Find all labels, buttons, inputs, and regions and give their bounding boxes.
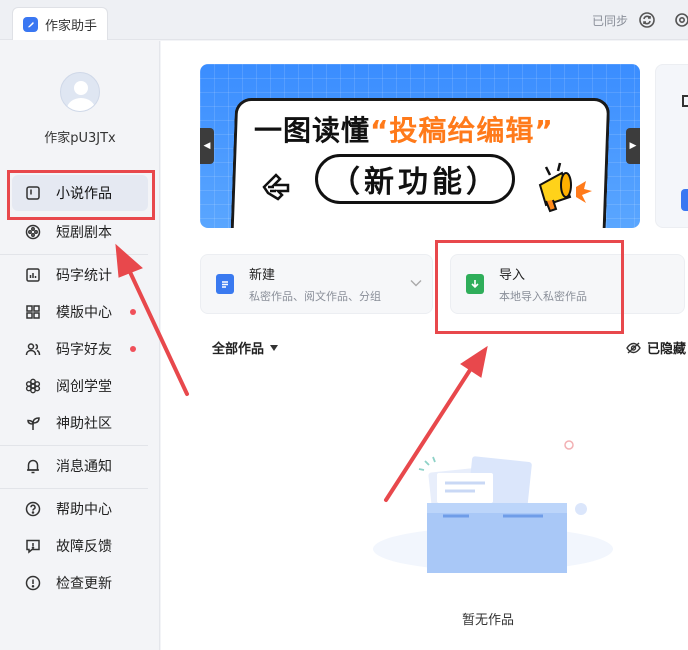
sidebar-item-academy[interactable]: 阅创学堂 [12,368,148,404]
sidebar-item-check-update[interactable]: 检查更新 [12,565,148,601]
promo-banner[interactable]: 一图读懂“投稿给编辑” （新功能） ◀ ▶ [200,64,640,228]
empty-box-illustration [373,440,613,573]
main-content: 一图读懂“投稿给编辑” （新功能） ◀ ▶ 新建 私密作品、阅文作品、分组 导入… [161,41,688,650]
bell-icon [24,457,42,475]
divider [0,254,148,255]
pointing-hand-icon [262,173,290,201]
works-filter-dropdown[interactable]: 全部作品 [212,338,279,357]
empty-state-text: 暂无作品 [462,613,515,628]
new-work-desc: 私密作品、阅文作品、分组 [249,290,381,303]
username: 作家pU3JTx [44,131,116,146]
sidebar-item-label: 模版中心 [56,305,112,321]
sidebar-item-community[interactable]: 神助社区 [12,405,148,441]
caret-down-icon [270,344,279,351]
divider [0,445,148,446]
sidebar-item-label: 检查更新 [56,576,112,592]
feedback-icon [24,537,42,555]
carousel-indicators [373,213,439,216]
import-work-button[interactable]: 导入 本地导入私密作品 [450,254,685,314]
sidebar-item-feedback[interactable]: 故障反馈 [12,528,148,564]
sidebar-item-friends[interactable]: 码字好友 [12,331,148,367]
title-bar: 作家助手 已同步 [0,0,688,40]
avatar[interactable] [60,72,100,112]
sidebar-item-novels[interactable]: 小说作品 [12,175,148,211]
works-filter-label: 全部作品 [212,342,265,357]
gear-icon[interactable] [674,9,688,31]
app-tab-title: 作家助手 [45,18,98,34]
sidebar-item-label: 故障反馈 [56,539,112,555]
banner-subtitle: （新功能） [330,165,500,200]
sidebar-item-short-drama[interactable]: 短剧剧本 [12,214,148,250]
sidebar-item-label: 短剧剧本 [56,225,112,241]
sidebar-item-label: 帮助中心 [56,502,112,518]
sidebar-item-label: 码字统计 [56,268,112,284]
carousel-next-button[interactable]: ▶ [626,128,640,164]
hidden-works-label: 已隐藏 [647,342,687,357]
sprout-icon [24,414,42,432]
import-work-desc: 本地导入私密作品 [499,290,587,303]
sidebar-item-templates[interactable]: 模版中心 [12,294,148,330]
bar-chart-icon [24,266,42,284]
chevron-down-icon[interactable] [410,279,422,287]
banner-pill: （新功能） [315,154,515,204]
megaphone-icon [538,162,592,213]
sidebar-item-label: 神助社区 [56,416,112,432]
banner-headline: 一图读懂“投稿给编辑” [254,109,554,149]
sidebar-item-label: 消息通知 [56,459,112,475]
feather-pen-icon [23,16,38,32]
import-download-icon [466,274,484,294]
film-reel-icon [24,223,42,241]
sidebar: 作家pU3JTx 小说作品 短剧剧本 码字统计 模版中心 码字好友 阅创学堂 神… [0,41,160,650]
carousel-prev-button[interactable]: ◀ [200,128,214,164]
sidebar-item-help[interactable]: 帮助中心 [12,491,148,527]
sidebar-item-label: 小说作品 [56,186,112,202]
sync-icon[interactable] [636,9,658,31]
flower-icon [24,377,42,395]
sidebar-item-notifications[interactable]: 消息通知 [12,448,148,484]
hidden-works-toggle[interactable]: 已隐藏 [626,338,686,357]
sidebar-item-word-stats[interactable]: 码字统计 [12,257,148,293]
divider [0,488,148,489]
eye-off-icon [626,341,641,354]
grid-icon [24,303,42,321]
banner-headline-highlight: “投稿给编辑” [370,114,554,147]
sidebar-item-label: 阅创学堂 [56,379,112,395]
help-circle-icon [24,500,42,518]
banner-headline-prefix: 一图读懂 [254,114,371,147]
notification-dot [130,309,136,315]
new-work-title: 新建 [249,268,276,283]
sync-status: 已同步 [592,14,629,28]
import-work-title: 导入 [499,268,526,283]
users-icon [24,340,42,358]
side-promo-card[interactable] [655,64,688,228]
notification-dot [130,346,136,352]
alert-circle-icon [24,574,42,592]
app-tab[interactable]: 作家助手 [12,7,108,40]
sidebar-item-label: 码字好友 [56,342,112,358]
new-document-icon [216,274,234,294]
new-work-button[interactable]: 新建 私密作品、阅文作品、分组 [200,254,433,314]
book-icon [24,184,42,202]
